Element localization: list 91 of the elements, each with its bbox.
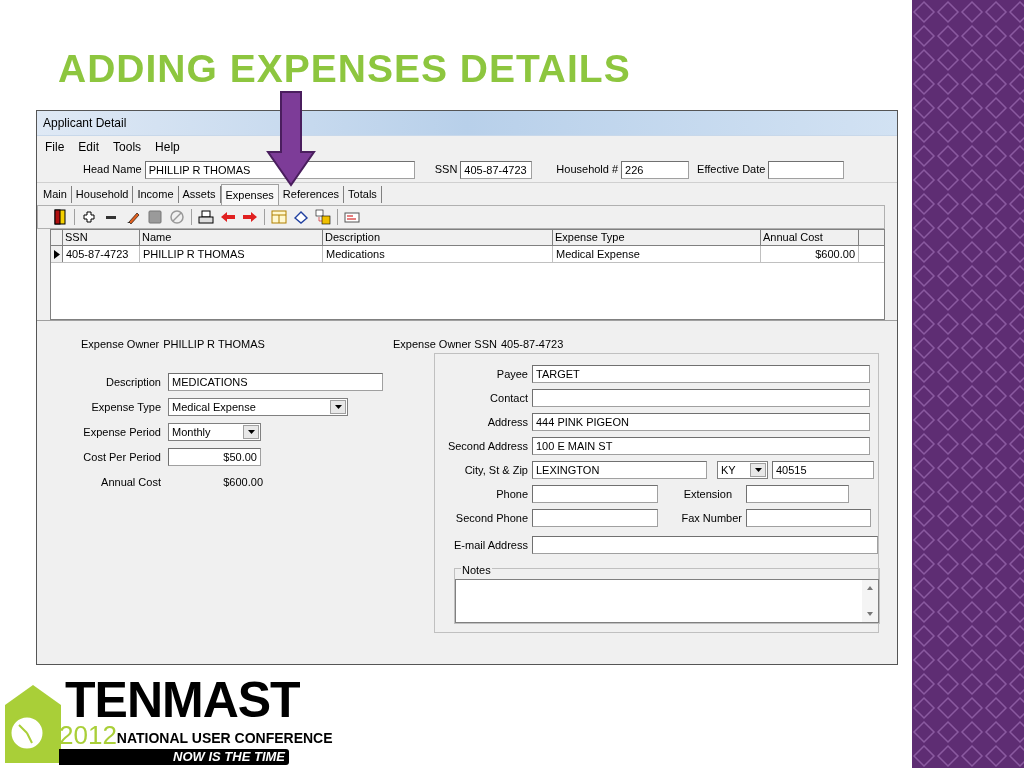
exit-door-icon[interactable]	[52, 209, 68, 225]
plus-icon[interactable]	[81, 209, 97, 225]
slide-title: ADDING EXPENSES DETAILS	[58, 46, 632, 92]
logo-year: 2012	[59, 723, 117, 747]
tab[interactable]: Income	[133, 186, 179, 203]
caret-icon	[247, 430, 255, 434]
field-label: Address	[486, 414, 528, 430]
table-cell: Medical Expense	[553, 246, 761, 262]
field-label: Extension	[682, 486, 732, 502]
arrow-right-icon[interactable]	[242, 209, 258, 225]
text-field[interactable]: LEXINGTON	[532, 461, 707, 479]
scrollbar[interactable]	[862, 580, 878, 622]
table-cell: PHILLIP R THOMAS	[140, 246, 323, 262]
column-header[interactable]: Name	[140, 230, 323, 245]
field-label: Expense Period	[82, 424, 161, 440]
column-header[interactable]: SSN	[63, 230, 140, 245]
field-label: Contact	[489, 390, 528, 406]
current-row-icon	[53, 249, 60, 259]
text-field[interactable]	[532, 389, 870, 407]
menu-item[interactable]: Tools	[113, 137, 142, 156]
owner-ssn: 405-87-4723	[500, 336, 564, 352]
menu-item[interactable]: Edit	[78, 137, 100, 156]
caret-icon	[334, 405, 342, 409]
field-label: City, St & Zip	[463, 462, 528, 478]
logo-subtitle: NATIONAL USER CONFERENCE	[116, 730, 333, 747]
text-field[interactable]	[532, 536, 878, 554]
field-label: Payee	[495, 366, 528, 382]
field-label: Head Name	[83, 162, 142, 178]
card-icon[interactable]	[344, 209, 360, 225]
header-field[interactable]	[768, 160, 845, 179]
field-label: Expense Type	[90, 399, 161, 415]
table-cell: $600.00	[761, 246, 859, 262]
logo-tagline: NOW IS THE TIME	[59, 749, 289, 765]
logo-brand: TENMAST	[65, 677, 301, 723]
owner-name: PHILLIP R THOMAS	[163, 336, 265, 352]
table-cell: Medications	[323, 246, 553, 262]
notes-field[interactable]	[455, 579, 879, 623]
field-label: Second Address	[446, 438, 528, 454]
state-select[interactable]: KY	[717, 461, 768, 479]
tab[interactable]: Main	[39, 186, 72, 203]
text-field[interactable]: 444 PINK PIGEON	[532, 413, 870, 431]
text-field[interactable]	[532, 485, 658, 503]
text-field[interactable]: $50.00	[168, 448, 261, 466]
field-label: Annual Cost	[100, 474, 161, 490]
column-header[interactable]: Expense Type	[553, 230, 761, 245]
row-selector[interactable]	[51, 246, 63, 262]
arrow-left-icon[interactable]	[220, 209, 236, 225]
header-field[interactable]: 405-87-4723	[460, 160, 533, 179]
dropdown-button[interactable]	[750, 463, 766, 477]
dropdown-button[interactable]	[243, 425, 259, 439]
scroll-down-icon[interactable]	[867, 612, 873, 616]
field-label: Second Phone	[454, 510, 528, 526]
text-field[interactable]	[746, 509, 871, 527]
table-cell: 405-87-4723	[63, 246, 140, 262]
header-field[interactable]: 226	[621, 160, 690, 179]
scroll-up-icon[interactable]	[867, 586, 873, 590]
window-title: Applicant Detail	[43, 115, 127, 132]
field-label: Expense Owner	[81, 336, 160, 352]
field-label: Fax Number	[680, 510, 742, 526]
field-label: Expense Owner SSN	[393, 336, 497, 352]
cancel-icon[interactable]	[169, 209, 185, 225]
tab[interactable]: Assets	[178, 186, 221, 203]
tab[interactable]: Household	[71, 186, 134, 203]
field-label: E-mail Address	[453, 537, 528, 553]
clock-house-icon	[5, 683, 61, 765]
field-label: SSN	[434, 162, 458, 178]
save-icon[interactable]	[147, 209, 163, 225]
text-field[interactable]	[532, 509, 658, 527]
annual-cost-value: $600.00	[222, 474, 263, 490]
dropdown-field[interactable]: Medical Expense	[168, 398, 348, 416]
field-label: Cost Per Period	[82, 449, 161, 465]
text-field[interactable]	[746, 485, 849, 503]
field-label: Description	[104, 374, 161, 390]
field-label: Effective Date	[697, 162, 766, 178]
dropdown-field[interactable]: Monthly	[168, 423, 261, 441]
text-field[interactable]: 40515	[772, 461, 874, 479]
tab[interactable]: Totals	[344, 186, 382, 203]
text-field[interactable]: MEDICATIONS	[168, 373, 383, 391]
dropdown-button[interactable]	[330, 400, 346, 414]
field-label: Phone	[495, 486, 528, 502]
swap-icon[interactable]	[315, 209, 331, 225]
column-header[interactable]: Description	[323, 230, 553, 245]
text-field[interactable]: 100 E MAIN ST	[532, 437, 870, 455]
tab[interactable]: Expenses	[220, 184, 279, 205]
column-header[interactable]: Annual Cost	[761, 230, 859, 245]
menu-item[interactable]: File	[45, 137, 65, 156]
printer-icon[interactable]	[198, 209, 214, 225]
menu-item[interactable]: Help	[155, 137, 180, 156]
field-label: Household #	[556, 162, 619, 178]
caret-icon	[754, 468, 762, 472]
text-field[interactable]: TARGET	[532, 365, 870, 383]
